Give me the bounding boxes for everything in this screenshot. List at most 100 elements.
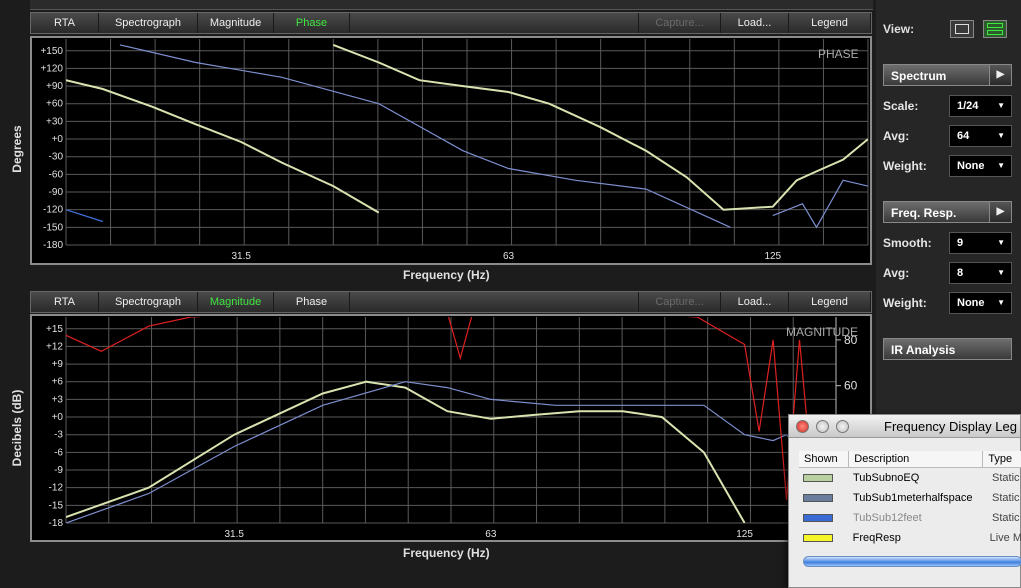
color-swatch[interactable] — [803, 514, 833, 522]
legend-type: Live M — [989, 532, 1021, 544]
legend-type: Static — [992, 512, 1020, 524]
tab-load[interactable]: Load... — [721, 13, 789, 33]
legend-row[interactable]: FreqResp Live M — [799, 528, 1021, 548]
legend-type: Static — [992, 472, 1020, 484]
weight-value: None — [957, 160, 985, 172]
tab-spectrograph[interactable]: Spectrograph — [99, 13, 198, 33]
column-header-type[interactable]: Type — [983, 451, 1021, 467]
magnitude-plot: +15 +12 +9 +6 +3 +0 -3 -6 -9 -12 -15 -18 31.5 63 125 80… — [30, 314, 872, 542]
scale-select[interactable]: 1/24 ▼ — [949, 95, 1012, 117]
tab-magnitude[interactable]: Magnitude — [198, 292, 274, 312]
tab-legend[interactable]: Legend — [789, 13, 871, 33]
y-tick-label: -60 — [49, 169, 64, 180]
avg2-value: 8 — [957, 267, 964, 279]
play-icon[interactable]: ▶ — [989, 202, 1011, 222]
avg-select[interactable]: 64 ▼ — [949, 125, 1012, 147]
y-tick-label: -3 — [54, 430, 63, 441]
view-single-button[interactable] — [950, 20, 974, 38]
y-tick-label: +90 — [46, 81, 63, 92]
phase-tab-bar: RTA Spectrograph Magnitude Phase Capture... L… — [30, 12, 872, 34]
magnitude-x-axis-label: Frequency (Hz) — [403, 546, 490, 560]
spectrum-section-header[interactable]: Spectrum ▶ — [883, 64, 1012, 86]
series-line — [66, 209, 103, 223]
x-tick-label: 31.5 — [224, 529, 244, 540]
tab-legend[interactable]: Legend — [789, 292, 871, 312]
y-tick-label: +3 — [52, 394, 64, 405]
legend-row[interactable]: TubSub1meterhalfspace Static — [799, 488, 1021, 508]
y-tick-label: +0 — [52, 412, 64, 423]
color-swatch[interactable] — [803, 534, 833, 542]
tab-spacer — [350, 292, 639, 312]
weight-label: Weight: — [883, 159, 927, 173]
y-tick-label: +60 — [46, 99, 63, 110]
play-icon[interactable]: ▶ — [989, 65, 1011, 85]
column-header-description[interactable]: Description — [849, 451, 984, 467]
scale-label: Scale: — [883, 99, 919, 113]
y-tick-label: +120 — [40, 63, 63, 74]
magnitude-y-axis-label: Decibels (dB) — [10, 389, 24, 467]
y-tick-label: -90 — [49, 187, 64, 198]
chevron-down-icon: ▼ — [997, 268, 1005, 277]
tab-rta[interactable]: RTA — [31, 292, 99, 312]
legend-description: TubSubnoEQ — [853, 472, 920, 484]
legend-window: Frequency Display Leg Shown Description … — [788, 414, 1021, 588]
tab-load[interactable]: Load... — [721, 292, 789, 312]
ir-analysis-button[interactable]: IR Analysis — [883, 338, 1012, 360]
phase-plot: +150 +120 +90 +60 +30 +0 -30 -60 -90 -120 -150 -180… — [30, 36, 872, 265]
legend-row[interactable]: TubSub12feet Static — [799, 508, 1021, 528]
phase-y-axis-label: Degrees — [10, 125, 24, 173]
plot-watermark: MAGNITUDE — [786, 325, 858, 339]
y-tick-label: -30 — [49, 152, 64, 163]
tab-phase[interactable]: Phase — [274, 13, 350, 33]
y-tick-label: -120 — [43, 205, 63, 216]
avg2-label: Avg: — [883, 266, 910, 280]
magnitude-tab-bar: RTA Spectrograph Magnitude Phase Capture... L… — [30, 291, 872, 313]
y-tick-label: -6 — [54, 447, 63, 458]
series-line — [772, 179, 868, 229]
smooth-value: 9 — [957, 237, 964, 249]
y-tick-label: -15 — [49, 500, 64, 511]
color-swatch[interactable] — [803, 494, 833, 502]
weight2-select[interactable]: None ▼ — [949, 292, 1012, 314]
x-tick-label: 63 — [503, 251, 515, 262]
weight-select[interactable]: None ▼ — [949, 155, 1012, 177]
tab-phase[interactable]: Phase — [274, 292, 350, 312]
minimize-button[interactable] — [816, 420, 829, 433]
x-tick-label: 125 — [764, 251, 781, 262]
legend-title: Frequency Display Leg — [884, 419, 1017, 434]
ir-analysis-label: IR Analysis — [891, 343, 956, 357]
tab-magnitude[interactable]: Magnitude — [198, 13, 274, 33]
legend-table-header: Shown Description Type — [799, 451, 1021, 468]
y-tick-label: -150 — [43, 222, 63, 233]
phase-x-axis-label: Frequency (Hz) — [403, 268, 490, 282]
column-header-shown[interactable]: Shown — [799, 451, 850, 467]
chevron-down-icon: ▼ — [997, 298, 1005, 307]
phase-chart: +150 +120 +90 +60 +30 +0 -30 -60 -90 -120 -150 -180… — [40, 39, 869, 262]
color-swatch[interactable] — [803, 474, 833, 482]
freq-resp-section-header[interactable]: Freq. Resp. ▶ — [883, 201, 1012, 223]
smooth-select[interactable]: 9 ▼ — [949, 232, 1012, 254]
y-tick-label: +12 — [46, 341, 63, 352]
legend-description: TubSub12feet — [853, 512, 922, 524]
x-tick-label: 125 — [736, 529, 753, 540]
zoom-button[interactable] — [836, 420, 849, 433]
tab-spectrograph[interactable]: Spectrograph — [99, 292, 198, 312]
view-label: View: — [883, 22, 915, 36]
tab-capture: Capture... — [639, 292, 721, 312]
x-tick-label: 63 — [485, 529, 497, 540]
series-line — [119, 44, 731, 228]
legend-title-bar[interactable]: Frequency Display Leg — [789, 415, 1020, 438]
x-tick-label: 31.5 — [231, 251, 251, 262]
legend-row[interactable]: TubSubnoEQ Static — [799, 468, 1021, 488]
y-tick-label: +150 — [40, 46, 63, 57]
horizontal-scrollbar[interactable] — [803, 556, 1021, 567]
avg-label: Avg: — [883, 129, 910, 143]
avg2-select[interactable]: 8 ▼ — [949, 262, 1012, 284]
legend-type: Static — [992, 492, 1020, 504]
close-button[interactable] — [796, 420, 809, 433]
y-tick-label: -12 — [49, 483, 64, 494]
tab-rta[interactable]: RTA — [31, 13, 99, 33]
view-split-button[interactable] — [983, 20, 1007, 38]
y-tick-label: -18 — [49, 518, 64, 529]
y-tick-label: +15 — [46, 324, 63, 335]
